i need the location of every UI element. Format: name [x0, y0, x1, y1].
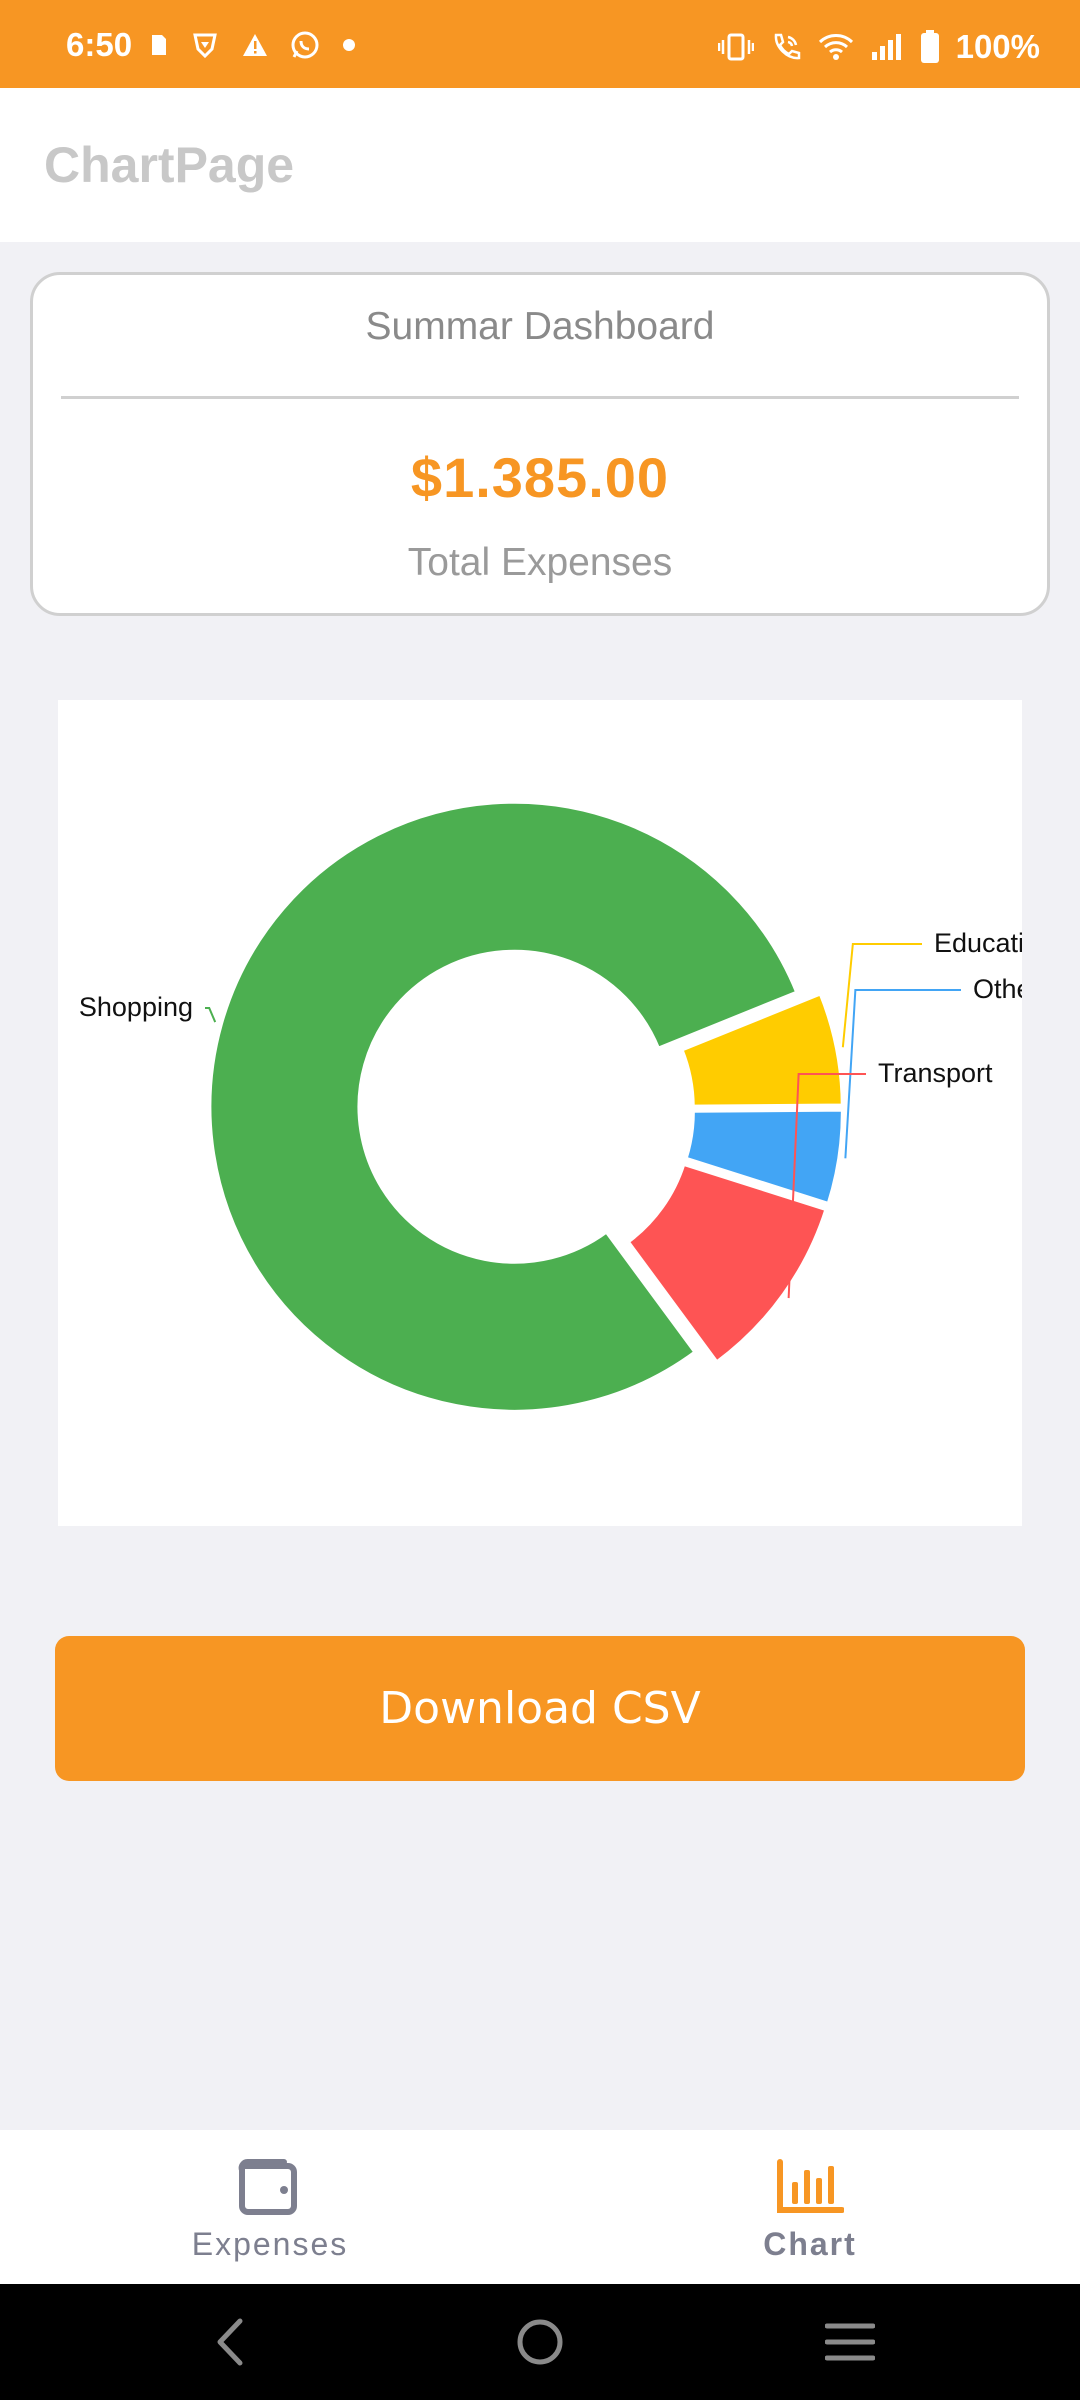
page-title: ChartPage [44, 137, 295, 193]
total-expenses-label: Total Expenses [407, 541, 673, 584]
wifi-call-icon [774, 33, 800, 60]
vibrate-icon [717, 33, 754, 61]
slice-label-others: Others [973, 974, 1022, 1004]
battery-icon [920, 30, 939, 63]
nav-label-chart: Chart [763, 2226, 857, 2262]
dot-icon [343, 39, 355, 51]
chart-svg: Education Others Transport Shopping [79, 799, 1022, 1414]
total-amount: $1.385.00 [410, 446, 670, 509]
brave-icon [193, 33, 217, 59]
nav-item-expenses[interactable]: Expenses [0, 2130, 540, 2284]
system-navigation-bar [0, 2284, 1080, 2400]
whatsapp-icon [291, 31, 319, 59]
bar-chart-icon [774, 2154, 846, 2218]
wallet-icon [234, 2154, 306, 2218]
download-csv-button[interactable]: Download CSV [55, 1636, 1025, 1781]
bottom-navigation: Expenses Chart [0, 2130, 1080, 2284]
nav-item-chart[interactable]: Chart [540, 2130, 1080, 2284]
leader-line-shopping [205, 1007, 217, 1023]
sim-icon [152, 35, 166, 55]
system-status-icons: 100% [717, 28, 1040, 66]
notification-icons [150, 30, 356, 60]
slice-label-education: Education [934, 928, 1022, 958]
status-bar: 6:50 100% [0, 0, 1080, 88]
slice-label-shopping: Shopping [79, 992, 193, 1022]
summary-divider [61, 396, 1019, 399]
battery-percentage: 100% [955, 28, 1040, 65]
summary-card: Summar Dashboard $1.385.00 Total Expense… [30, 272, 1050, 616]
back-icon[interactable] [200, 2312, 260, 2372]
warning-icon [243, 34, 267, 56]
signal-icon [871, 34, 901, 60]
app-bar: ChartPage [0, 88, 1080, 242]
nav-label-expenses: Expenses [191, 2226, 349, 2262]
home-icon[interactable] [510, 2312, 570, 2372]
status-time: 6:50 [66, 26, 133, 63]
recents-icon[interactable] [820, 2312, 880, 2372]
wifi-icon [818, 34, 853, 60]
slice-label-transport: Transport [878, 1058, 993, 1088]
summary-title: Summar Dashboard [365, 305, 715, 348]
expense-donut-chart: Education Others Transport Shopping [58, 700, 1022, 1526]
